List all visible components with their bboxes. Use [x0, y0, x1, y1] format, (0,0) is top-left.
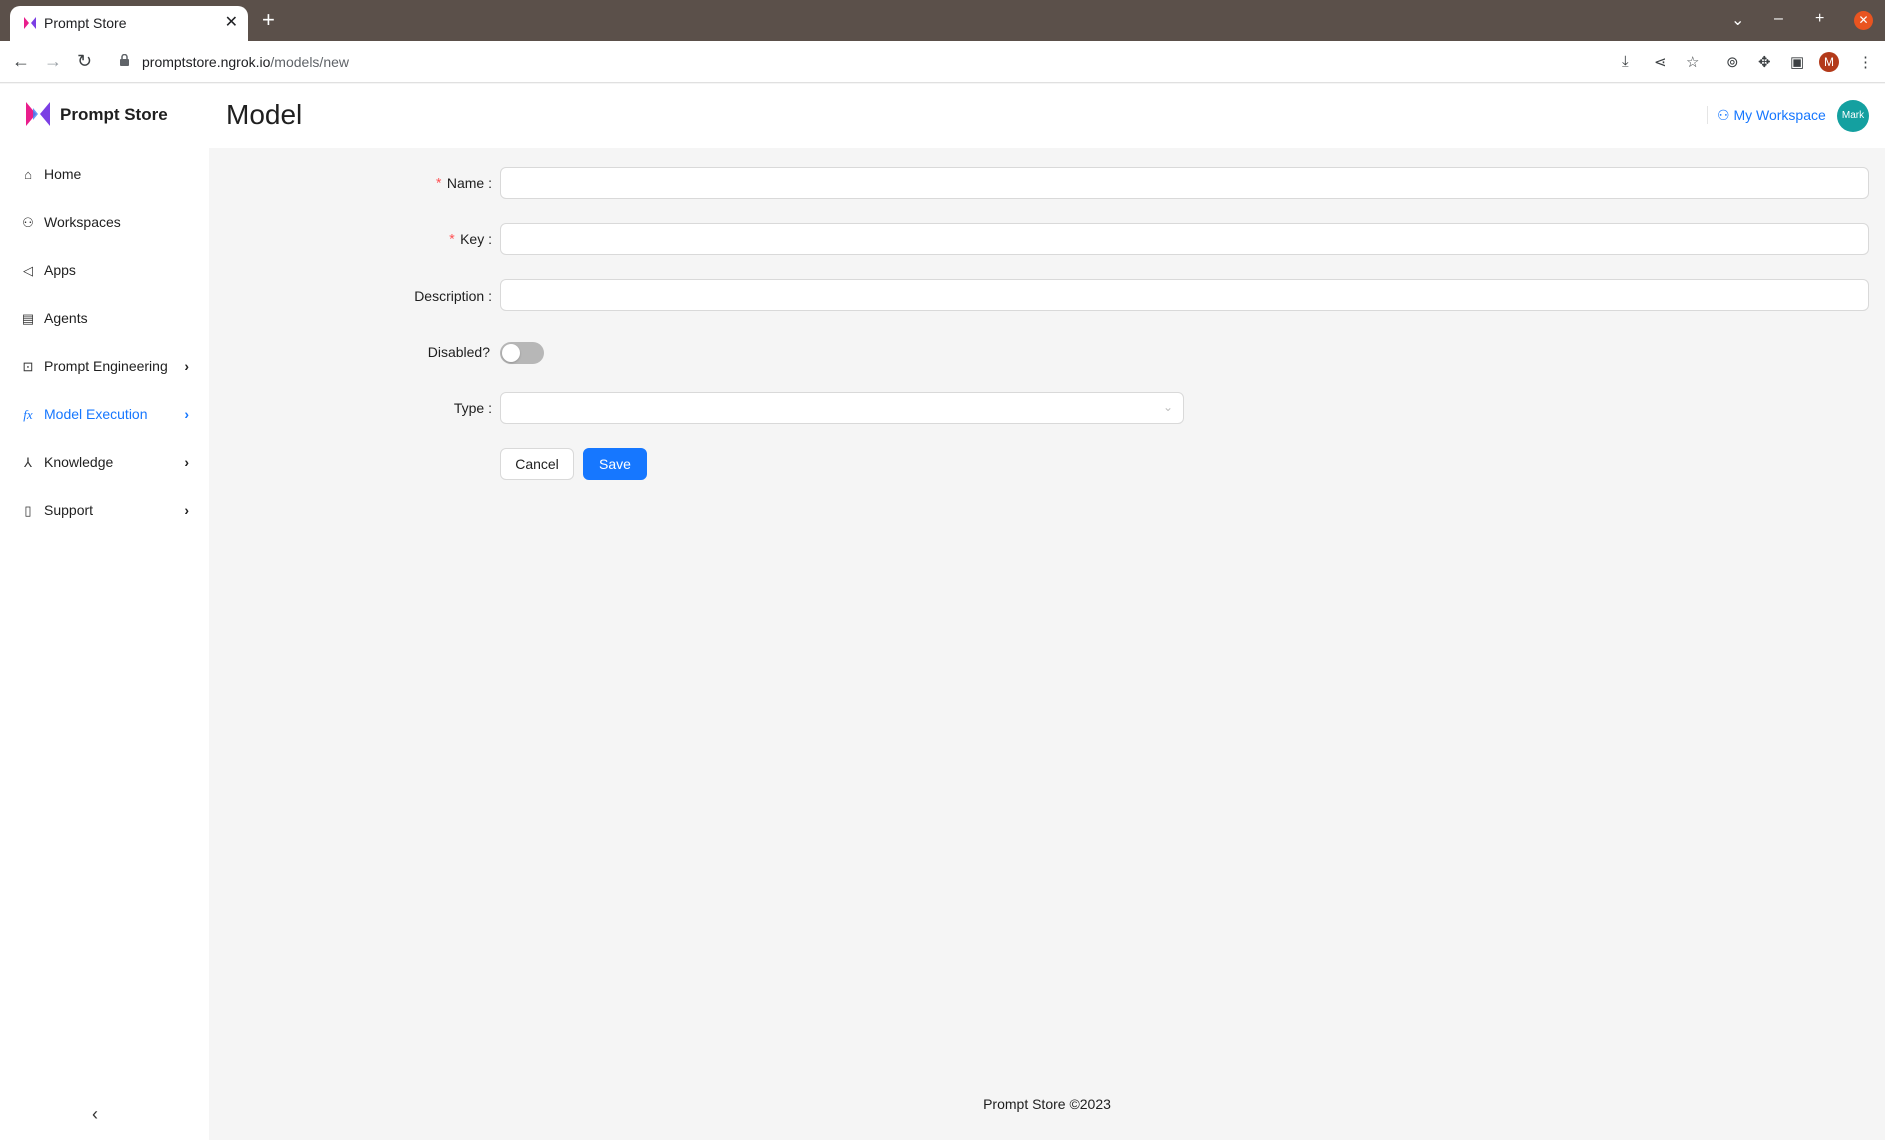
sidebar-item-label: Model Execution [44, 406, 148, 422]
browser-tab-bar: Prompt Store ✕ + ⌄ – + ✕ [0, 0, 1885, 41]
minimize-icon[interactable]: – [1774, 10, 1783, 28]
megaphone-icon: ◁ [23, 263, 33, 278]
sidebar-item-home[interactable]: ⌂ Home [0, 155, 209, 195]
sidebar-item-label: Agents [44, 310, 88, 326]
extensions-icon[interactable]: ✥ [1758, 53, 1771, 71]
close-window-icon[interactable]: ✕ [1854, 11, 1873, 30]
workspace-icon: ⚇ [1717, 107, 1734, 123]
disabled-label: Disabled? [427, 344, 490, 360]
address-bar[interactable]: promptstore.ngrok.io/models/new [108, 46, 1738, 78]
agent-icon: ▤ [21, 311, 35, 326]
sidebar-item-support[interactable]: ▯ Support › [0, 491, 209, 531]
sidebar-item-label: Support [44, 502, 94, 518]
function-icon: fx [23, 407, 33, 422]
disabled-switch[interactable] [500, 342, 544, 364]
home-icon: ⌂ [24, 167, 32, 182]
install-app-icon[interactable]: ⤓ [1622, 53, 1629, 70]
side-panel-icon[interactable]: ▣ [1790, 53, 1804, 71]
back-icon[interactable]: ← [12, 51, 30, 72]
save-button[interactable]: Save [583, 448, 647, 480]
chevron-right-icon: › [184, 454, 189, 470]
sidebar-item-apps[interactable]: ◁ Apps [0, 251, 209, 291]
bookmark-star-icon[interactable]: ☆ [1686, 53, 1699, 71]
prompt-store-logo-icon [26, 102, 50, 126]
share-icon[interactable]: ⋖ [1654, 53, 1667, 71]
network-icon: ⅄ [24, 455, 32, 470]
name-label: * Name : [434, 175, 492, 193]
sidebar: Prompt Store ⌂ Home ⚇ Workspaces ◁ Apps … [0, 84, 209, 1140]
sidebar-item-label: Apps [44, 262, 76, 278]
prompt-store-favicon-icon [24, 17, 36, 29]
sidebar-item-label: Home [44, 166, 82, 182]
sidebar-item-agents[interactable]: ▤ Agents [0, 299, 209, 339]
cancel-button[interactable]: Cancel [500, 448, 574, 480]
sidebar-item-workspaces[interactable]: ⚇ Workspaces [0, 203, 209, 243]
book-icon: ▯ [24, 503, 32, 518]
tab-close-icon[interactable]: ✕ [225, 12, 238, 32]
url-text: promptstore.ngrok.io/models/new [142, 54, 349, 70]
footer: Prompt Store ©2023 [983, 1096, 1111, 1112]
reload-icon[interactable]: ↻ [77, 51, 92, 72]
lock-icon [120, 54, 129, 66]
page-title: Model [226, 99, 303, 130]
forward-icon[interactable]: → [44, 51, 62, 72]
type-select[interactable]: ⌄ [500, 392, 1184, 424]
code-icon: ⊡ [22, 359, 34, 374]
chevron-right-icon: › [184, 358, 189, 374]
chevron-right-icon: › [184, 502, 189, 518]
description-label: Description : [414, 288, 492, 304]
sidebar-item-model-execution[interactable]: fx Model Execution › [0, 395, 209, 435]
more-menu-icon[interactable]: ⋮ [1858, 53, 1873, 71]
key-input[interactable] [500, 223, 1869, 255]
description-input[interactable] [500, 279, 1869, 311]
sidebar-item-knowledge[interactable]: ⅄ Knowledge › [0, 443, 209, 483]
sidebar-item-label: Prompt Engineering [44, 358, 168, 374]
browser-toolbar: ← → ↻ promptstore.ngrok.io/models/new ⤓ … [0, 41, 1885, 83]
sidebar-item-label: Workspaces [44, 214, 121, 230]
name-input[interactable] [500, 167, 1869, 199]
key-label: * Key : [447, 231, 492, 249]
chevron-right-icon: › [184, 406, 189, 422]
header-divider [1707, 106, 1708, 124]
password-manager-icon[interactable]: ⊚ [1726, 53, 1739, 71]
collapse-sidebar-icon[interactable]: ‹ [92, 1104, 98, 1125]
tab-search-icon[interactable]: ⌄ [1731, 10, 1744, 30]
browser-tab[interactable]: Prompt Store ✕ [10, 6, 248, 41]
workspaces-icon: ⚇ [22, 215, 34, 230]
tab-title: Prompt Store [44, 15, 127, 31]
page-header: Model ⚇ My Workspace Mark [209, 84, 1885, 148]
type-label: Type : [453, 400, 492, 416]
brand-name: Prompt Store [60, 105, 168, 124]
chevron-down-icon: ⌄ [1162, 400, 1173, 414]
sidebar-item-prompt-engineering[interactable]: ⊡ Prompt Engineering › [0, 347, 209, 387]
user-avatar[interactable]: Mark [1837, 100, 1869, 132]
profile-avatar[interactable]: M [1819, 52, 1839, 72]
sidebar-item-label: Knowledge [44, 454, 114, 470]
maximize-icon[interactable]: + [1815, 10, 1824, 28]
new-tab-icon[interactable]: + [262, 9, 275, 31]
my-workspace-link[interactable]: ⚇ My Workspace [1717, 107, 1826, 124]
switch-knob [502, 344, 520, 362]
